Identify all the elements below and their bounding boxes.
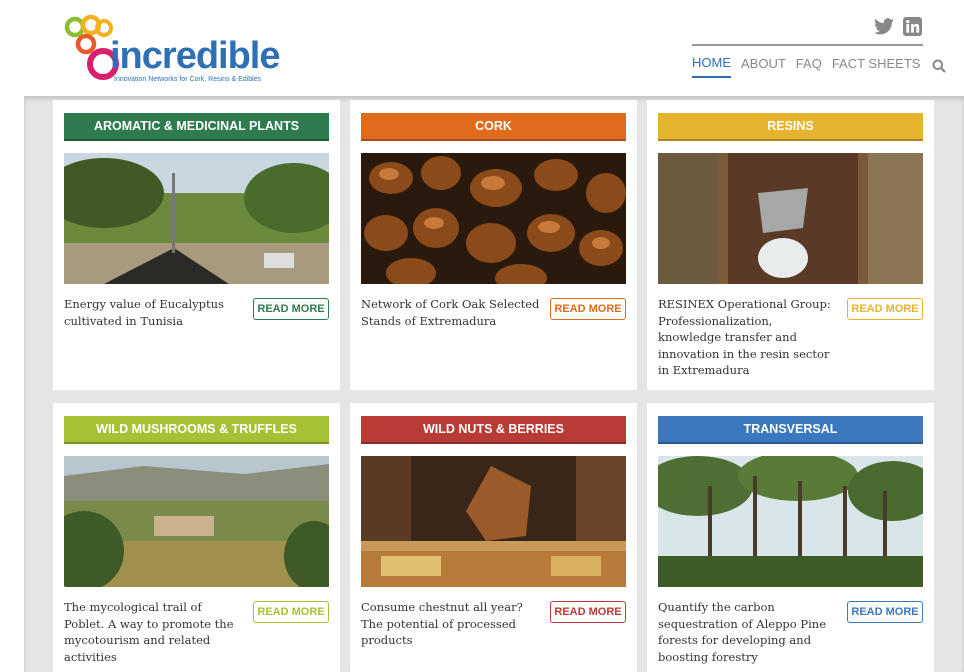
article-card: WILD NUTS & BERRIES Consume chestnut all… — [350, 403, 637, 672]
article-image[interactable] — [658, 153, 923, 284]
category-header[interactable]: AROMATIC & MEDICINAL PLANTS — [64, 113, 329, 141]
article-image[interactable] — [361, 153, 626, 284]
article-card: WILD MUSHROOMS & TRUFFLES The mycologica… — [53, 403, 340, 672]
linkedin-icon[interactable] — [902, 16, 922, 36]
nav-item-home[interactable]: HOME — [692, 55, 731, 78]
category-header[interactable]: RESINS — [658, 113, 923, 141]
category-header[interactable]: WILD NUTS & BERRIES — [361, 416, 626, 444]
category-header[interactable]: TRANSVERSAL — [658, 416, 923, 444]
nav-item-faq[interactable]: FAQ — [796, 56, 822, 77]
site-logo[interactable]: incredible Innovation Networks for Cork,… — [64, 14, 280, 86]
article-title[interactable]: Network of Cork Oak Selected Stands of E… — [361, 296, 541, 329]
nav-item-about[interactable]: ABOUT — [741, 56, 786, 77]
content-area: AROMATIC & MEDICINAL PLANTS Energy value… — [24, 96, 964, 672]
nav-item-fact-sheets[interactable]: FACT SHEETS — [832, 56, 921, 77]
site-header: incredible Innovation Networks for Cork,… — [0, 0, 964, 96]
article-title[interactable]: Energy value of Eucalyptus cultivated in… — [64, 296, 244, 329]
article-title[interactable]: RESINEX Operational Group: Professionali… — [658, 296, 838, 379]
article-card: RESINS RESINEX Operational Group: Profes… — [647, 100, 934, 390]
article-title[interactable]: Consume chestnut all year? The potential… — [361, 599, 541, 649]
read-more-button[interactable]: READ MORE — [253, 298, 329, 320]
search-icon[interactable] — [932, 59, 948, 75]
article-image[interactable] — [64, 153, 329, 284]
article-card: TRANSVERSAL Quantify the carbon sequestr… — [647, 403, 934, 672]
logo-tagline: Innovation Networks for Cork, Resins & E… — [114, 76, 262, 83]
read-more-button[interactable]: READ MORE — [253, 601, 329, 623]
nav-divider — [692, 44, 923, 46]
category-header[interactable]: WILD MUSHROOMS & TRUFFLES — [64, 416, 329, 444]
read-more-button[interactable]: READ MORE — [550, 601, 626, 623]
article-card: CORK Network of Cork Oak Selected Stands… — [350, 100, 637, 390]
main-nav: HOME ABOUT FAQ FACT SHEETS — [692, 55, 948, 78]
read-more-button[interactable]: READ MORE — [847, 298, 923, 320]
article-image[interactable] — [64, 456, 329, 587]
read-more-button[interactable]: READ MORE — [847, 601, 923, 623]
article-image[interactable] — [361, 456, 626, 587]
twitter-icon[interactable] — [874, 16, 894, 36]
read-more-button[interactable]: READ MORE — [550, 298, 626, 320]
category-header[interactable]: CORK — [361, 113, 626, 141]
logo-wordmark: incredible — [110, 35, 280, 77]
article-card: AROMATIC & MEDICINAL PLANTS Energy value… — [53, 100, 340, 390]
article-title[interactable]: Quantify the carbon sequestration of Ale… — [658, 599, 838, 665]
article-image[interactable] — [658, 456, 923, 587]
social-links — [874, 16, 922, 36]
article-title[interactable]: The mycological trail of Poblet. A way t… — [64, 599, 244, 665]
